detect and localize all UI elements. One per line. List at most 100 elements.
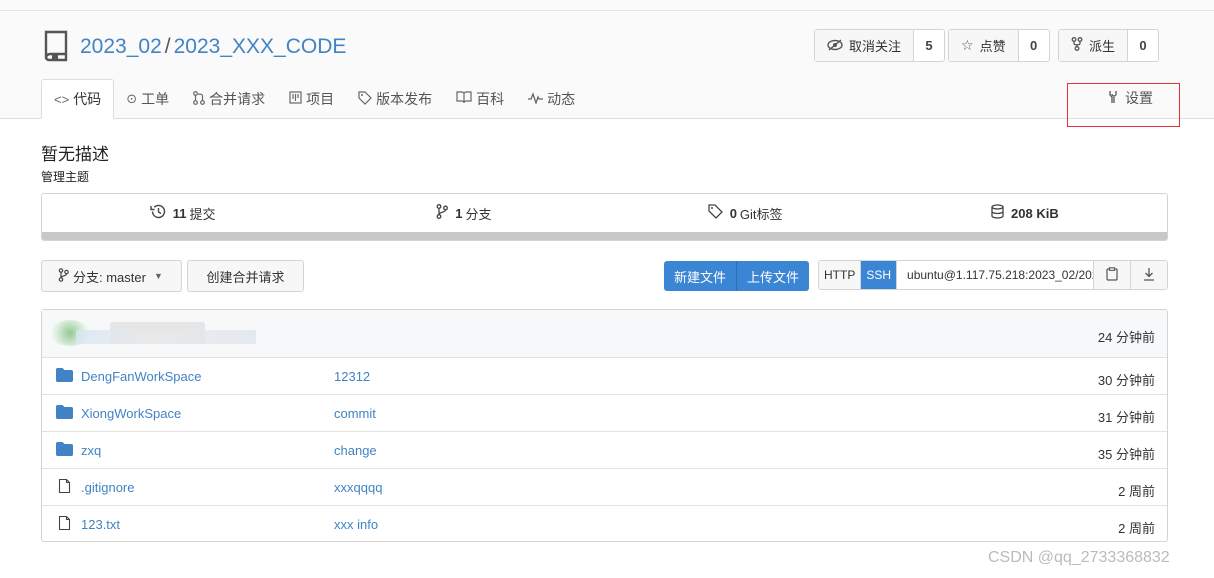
tags-label: Git标签: [739, 206, 783, 222]
upload-file-button[interactable]: 上传文件: [736, 261, 810, 291]
tags-stat[interactable]: 0 Git标签: [605, 194, 886, 232]
history-icon: [150, 204, 166, 223]
code-icon: <>: [54, 91, 70, 107]
repo-stats-bar: 11 提交 1 分支 0 Git标签 208 KiB: [41, 193, 1168, 241]
file-icon: [58, 479, 71, 493]
commit-time: 35 分钟前: [1097, 447, 1155, 462]
repo-name-link[interactable]: 2023_XXX_CODE: [174, 35, 347, 58]
download-button[interactable]: [1130, 261, 1167, 289]
tab-pull-requests[interactable]: 合并请求: [181, 79, 277, 119]
repo-header: 2023_02/2023_XXX_CODE 取消关注 5 ☆ 点赞 0 派生 0…: [0, 0, 1214, 127]
commit-message-link[interactable]: change: [334, 443, 377, 458]
star-button[interactable]: ☆ 点赞: [949, 30, 1019, 61]
watermark: CSDN @qq_2733368832: [988, 549, 1170, 566]
tab-releases-label: 版本发布: [376, 91, 433, 107]
clone-url-box: HTTP SSH ubuntu@1.117.75.218:2023_02/202…: [818, 260, 1168, 290]
branch-dropdown[interactable]: 分支: master ▼: [41, 260, 182, 292]
fork-group: 派生 0: [1058, 29, 1160, 62]
file-name-link[interactable]: zxq: [81, 443, 101, 458]
repo-description: 暂无描述: [41, 145, 109, 164]
new-file-button[interactable]: 新建文件: [664, 261, 737, 291]
fork-label: 派生: [1089, 39, 1116, 54]
issue-icon: ⊙: [126, 91, 138, 106]
branch-dropdown-label: 分支: master: [73, 269, 146, 285]
tab-projects-label: 项目: [306, 91, 335, 107]
file-name-link[interactable]: 123.txt: [81, 517, 120, 532]
file-name-link[interactable]: XiongWorkSpace: [81, 406, 181, 421]
table-row: DengFanWorkSpace 12312 30 分钟前: [42, 358, 1167, 395]
manage-topics-link[interactable]: 管理主题: [41, 168, 89, 185]
unwatch-button[interactable]: 取消关注: [815, 30, 915, 61]
watch-count[interactable]: 5: [914, 30, 944, 61]
branch-icon: [58, 267, 69, 285]
star-label: 点赞: [979, 39, 1006, 54]
commit-time: 2 周前: [1118, 521, 1155, 536]
fork-icon: [1071, 37, 1083, 54]
commit-message-link[interactable]: 12312: [334, 369, 370, 384]
tab-releases[interactable]: 版本发布: [346, 79, 444, 119]
language-bar: [42, 232, 1167, 240]
clone-url-input[interactable]: ubuntu@1.117.75.218:2023_02/2023_XXX_COD…: [897, 261, 1093, 289]
repo-icon: [44, 30, 68, 62]
folder-icon: [56, 405, 73, 419]
branches-label: 分支: [465, 206, 492, 222]
tab-issues-label: 工单: [141, 91, 170, 107]
chevron-down-icon: ▼: [153, 271, 163, 281]
new-pull-request-button[interactable]: 创建合并请求: [187, 260, 304, 292]
pulse-icon: [528, 91, 544, 107]
tag-icon: [708, 203, 723, 223]
commit-author: [76, 330, 256, 344]
top-divider: [0, 10, 1214, 11]
star-icon: ☆: [961, 37, 974, 53]
repo-size: 208 KiB: [1011, 205, 1059, 221]
tab-code-label: 代码: [73, 91, 102, 107]
star-group: ☆ 点赞 0: [948, 29, 1050, 62]
tab-code[interactable]: <> 代码: [41, 79, 115, 119]
repo-separator: /: [164, 35, 171, 58]
commits-count: 11: [172, 205, 187, 221]
repo-title: 2023_02/2023_XXX_CODE: [80, 35, 346, 59]
fork-button[interactable]: 派生: [1059, 30, 1129, 61]
repo-tabs: <> 代码 ⊙ 工单 合并请求 项目 版本发布 百科 动态: [41, 79, 587, 119]
file-action-buttons: 新建文件 上传文件: [664, 261, 810, 291]
tab-issues[interactable]: ⊙ 工单: [114, 79, 181, 119]
repo-owner-link[interactable]: 2023_02: [80, 35, 162, 58]
commit-message-link[interactable]: xxx info: [334, 517, 378, 532]
size-stat: 208 KiB: [886, 194, 1167, 232]
commit-message-link[interactable]: xxxqqqq: [334, 480, 382, 495]
tags-count: 0: [729, 205, 737, 221]
commit-time: 2 周前: [1118, 484, 1155, 499]
file-list: 24 分钟前 DengFanWorkSpace 12312 30 分钟前 Xio…: [41, 309, 1168, 542]
unwatch-label: 取消关注: [849, 39, 902, 54]
folder-icon: [56, 368, 73, 382]
fork-count[interactable]: 0: [1128, 30, 1158, 61]
file-icon: [58, 516, 71, 530]
latest-commit-time: 24 分钟前: [1097, 330, 1155, 345]
settings-highlight-box: [1067, 83, 1180, 127]
table-row: .gitignore xxxqqqq 2 周前: [42, 469, 1167, 506]
folder-icon: [56, 442, 73, 456]
file-name-link[interactable]: .gitignore: [81, 480, 134, 495]
table-row: 123.txt xxx info 2 周前: [42, 506, 1167, 543]
branches-count: 1: [455, 205, 463, 221]
star-count[interactable]: 0: [1019, 30, 1049, 61]
ssh-protocol-button[interactable]: SSH: [861, 261, 898, 289]
tab-projects[interactable]: 项目: [277, 79, 346, 119]
tab-wiki[interactable]: 百科: [444, 79, 516, 119]
commit-time: 30 分钟前: [1097, 373, 1155, 388]
tag-icon: [358, 90, 372, 108]
file-name-link[interactable]: DengFanWorkSpace: [81, 369, 201, 384]
book-icon: [456, 91, 472, 107]
eye-slash-icon: [827, 38, 843, 54]
commits-label: 提交: [189, 206, 216, 222]
watch-group: 取消关注 5: [814, 29, 946, 62]
pull-request-icon: [193, 90, 205, 108]
commit-message-link[interactable]: commit: [334, 406, 376, 421]
http-protocol-button[interactable]: HTTP: [819, 261, 862, 289]
commits-stat[interactable]: 11 提交: [42, 194, 323, 232]
tab-activity[interactable]: 动态: [516, 79, 587, 119]
tab-pull-requests-label: 合并请求: [209, 91, 266, 107]
branches-stat[interactable]: 1 分支: [323, 194, 604, 232]
copy-url-button[interactable]: [1093, 261, 1130, 289]
commit-time: 31 分钟前: [1097, 410, 1155, 425]
